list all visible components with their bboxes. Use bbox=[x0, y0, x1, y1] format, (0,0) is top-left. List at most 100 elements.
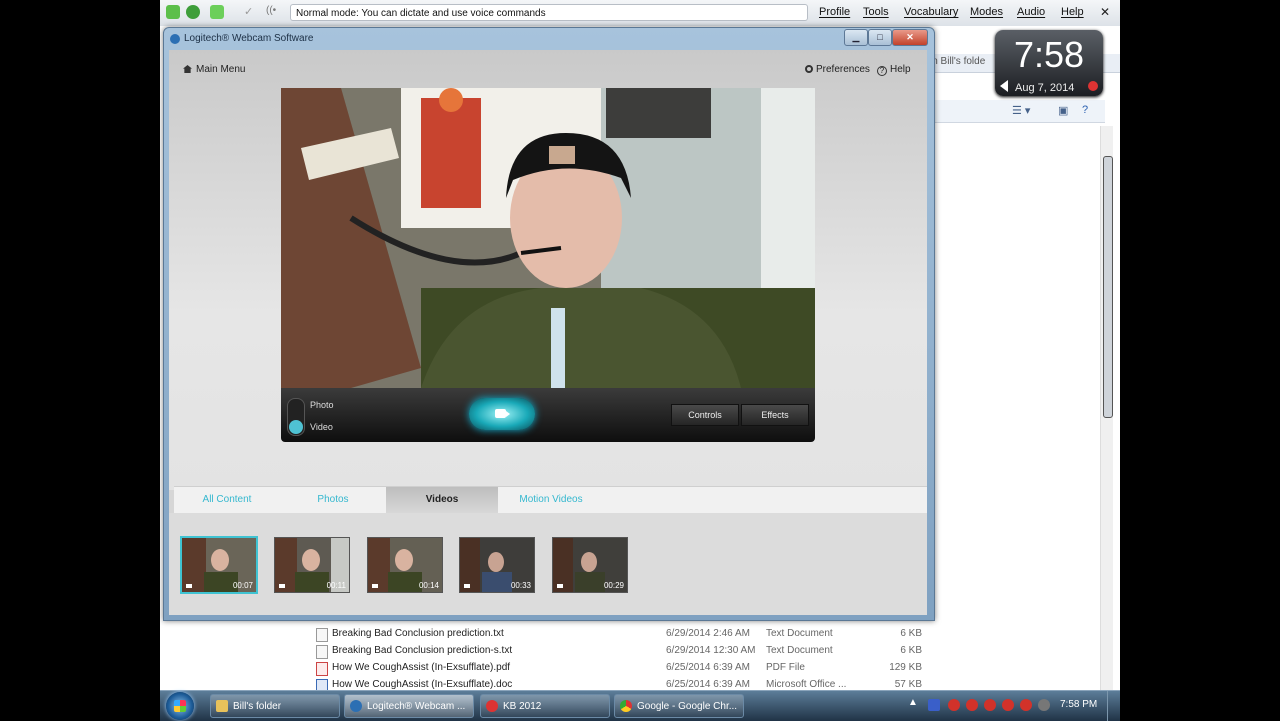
minimize-button[interactable]: ▁ bbox=[844, 29, 868, 46]
dragon-volume-icon[interactable] bbox=[210, 5, 224, 19]
taskbar-kb-button[interactable]: KB 2012 bbox=[480, 694, 610, 718]
close-button[interactable]: ✕ bbox=[892, 29, 928, 46]
tray-app-icon[interactable] bbox=[948, 699, 960, 711]
explorer-help-icon[interactable]: ? bbox=[1082, 104, 1088, 116]
logitech-client-area: Main Menu Preferences ? Help Photo Video… bbox=[169, 50, 927, 615]
help-icon: ? bbox=[877, 66, 887, 76]
taskbar-button-label: Google - Google Chr... bbox=[637, 701, 738, 712]
logitech-app-icon bbox=[170, 34, 180, 44]
taskbar-logitech-button[interactable]: Logitech® Webcam ... bbox=[344, 694, 474, 718]
taskbar-explorer-button[interactable]: Bill's folder bbox=[210, 694, 340, 718]
system-clock[interactable]: 7:58 PM bbox=[1060, 699, 1097, 710]
taskbar: Bill's folder Logitech® Webcam ... KB 20… bbox=[160, 690, 1120, 721]
tab-videos[interactable]: Videos bbox=[386, 487, 498, 513]
file-date: 6/29/2014 2:46 AM bbox=[666, 628, 750, 639]
dragon-microphone-icon[interactable] bbox=[166, 5, 180, 19]
dragon-close-button[interactable]: ✕ bbox=[1100, 5, 1110, 19]
file-row[interactable]: Breaking Bad Conclusion prediction-s.txt… bbox=[310, 643, 1090, 660]
main-menu-button[interactable]: Main Menu bbox=[183, 64, 245, 75]
help-button[interactable]: ? Help bbox=[877, 64, 911, 76]
start-button[interactable] bbox=[166, 692, 194, 720]
video-icon bbox=[557, 584, 563, 588]
maximize-button[interactable]: □ bbox=[868, 29, 892, 46]
tab-photos[interactable]: Photos bbox=[280, 487, 386, 513]
video-gallery: 00:07 00:11 00:14 00:33 00:29 bbox=[169, 513, 927, 615]
clock-prev-icon[interactable] bbox=[1000, 80, 1008, 92]
file-row[interactable]: How We CoughAssist (In-Exsufflate).doc 6… bbox=[310, 677, 1090, 690]
video-thumbnail[interactable]: 00:14 bbox=[367, 537, 443, 593]
video-thumbnail[interactable]: 00:33 bbox=[459, 537, 535, 593]
dragon-toolbar: ✓ ((• Normal mode: You can dictate and u… bbox=[160, 0, 1120, 27]
tab-motion-videos[interactable]: Motion Videos bbox=[498, 487, 604, 513]
video-icon bbox=[186, 584, 192, 588]
photo-video-toggle[interactable] bbox=[287, 398, 305, 436]
video-thumbnail[interactable]: 00:29 bbox=[552, 537, 628, 593]
tray-app-icon[interactable] bbox=[966, 699, 978, 711]
menu-help[interactable]: Help bbox=[1061, 6, 1084, 18]
text-file-icon bbox=[316, 628, 328, 642]
taskbar-chrome-button[interactable]: Google - Google Chr... bbox=[614, 694, 744, 718]
file-size: 6 KB bbox=[900, 628, 922, 639]
tray-app-icon[interactable] bbox=[1020, 699, 1032, 711]
clock-next-icon[interactable] bbox=[1088, 81, 1098, 91]
tray-expand-icon[interactable]: ▲ bbox=[908, 697, 918, 708]
thumbnail-duration: 00:33 bbox=[510, 581, 531, 590]
window-title: Logitech® Webcam Software bbox=[184, 33, 314, 44]
logitech-icon bbox=[350, 700, 362, 712]
explorer-scrollbar[interactable] bbox=[1100, 126, 1113, 716]
windows-logo-icon bbox=[174, 700, 186, 712]
effects-button[interactable]: Effects bbox=[741, 404, 809, 426]
thumbnail-duration: 00:29 bbox=[603, 581, 624, 590]
taskbar-button-label: Bill's folder bbox=[233, 701, 282, 712]
tray-app-icon[interactable] bbox=[1002, 699, 1014, 711]
preferences-label: Preferences bbox=[816, 64, 870, 75]
preferences-button[interactable]: Preferences bbox=[805, 64, 870, 75]
checkmark-icon[interactable]: ✓ bbox=[244, 5, 253, 18]
help-label: Help bbox=[890, 64, 911, 75]
main-menu-label: Main Menu bbox=[196, 64, 246, 75]
file-type: Text Document bbox=[766, 645, 833, 656]
video-thumbnail[interactable]: 00:07 bbox=[180, 536, 258, 594]
file-name: How We CoughAssist (In-Exsufflate).doc bbox=[332, 679, 513, 690]
file-date: 6/29/2014 12:30 AM bbox=[666, 645, 756, 656]
dragon-status-icon[interactable] bbox=[186, 5, 200, 19]
menu-vocabulary[interactable]: Vocabulary bbox=[904, 6, 958, 18]
tray-app-icon[interactable] bbox=[984, 699, 996, 711]
chrome-icon bbox=[620, 700, 632, 712]
file-size: 129 KB bbox=[889, 662, 922, 673]
menu-profile[interactable]: Profile bbox=[819, 6, 850, 18]
toggle-knob[interactable] bbox=[289, 420, 303, 434]
menu-tools[interactable]: Tools bbox=[863, 6, 889, 18]
network-icon[interactable] bbox=[928, 699, 940, 711]
tab-all-content[interactable]: All Content bbox=[174, 487, 280, 513]
pdf-file-icon bbox=[316, 662, 328, 676]
menu-audio[interactable]: Audio bbox=[1017, 6, 1045, 18]
preview-pane-icon[interactable]: ▣ bbox=[1058, 104, 1068, 117]
video-icon bbox=[464, 584, 470, 588]
volume-icon[interactable] bbox=[1038, 699, 1050, 711]
photo-mode-label[interactable]: Photo bbox=[310, 400, 334, 410]
webcam-feed-image bbox=[281, 88, 815, 388]
file-date: 6/25/2014 6:39 AM bbox=[666, 679, 750, 690]
record-button[interactable] bbox=[469, 398, 535, 430]
file-row[interactable]: Breaking Bad Conclusion prediction.txt 6… bbox=[310, 626, 1090, 643]
speech-icon[interactable]: ((• bbox=[266, 5, 276, 16]
video-mode-label[interactable]: Video bbox=[310, 422, 333, 432]
file-date: 6/25/2014 6:39 AM bbox=[666, 662, 750, 673]
view-options-icon[interactable]: ☰ ▾ bbox=[1012, 104, 1030, 117]
video-thumbnail[interactable]: 00:11 bbox=[274, 537, 350, 593]
show-desktop-button[interactable] bbox=[1107, 691, 1120, 721]
scrollbar-thumb[interactable] bbox=[1103, 156, 1113, 418]
clock-gadget: 7:58 Aug 7, 2014 bbox=[995, 30, 1103, 96]
text-file-icon bbox=[316, 645, 328, 659]
file-size: 57 KB bbox=[894, 679, 922, 690]
file-name: Breaking Bad Conclusion prediction.txt bbox=[332, 628, 504, 639]
home-icon bbox=[183, 65, 192, 73]
file-row[interactable]: How We CoughAssist (In-Exsufflate).pdf 6… bbox=[310, 660, 1090, 677]
file-name: How We CoughAssist (In-Exsufflate).pdf bbox=[332, 662, 511, 673]
menu-modes[interactable]: Modes bbox=[970, 6, 1003, 18]
taskbar-button-label: Logitech® Webcam ... bbox=[367, 701, 466, 712]
thumbnail-duration: 00:11 bbox=[326, 581, 346, 590]
video-icon bbox=[372, 584, 378, 588]
controls-button[interactable]: Controls bbox=[671, 404, 739, 426]
